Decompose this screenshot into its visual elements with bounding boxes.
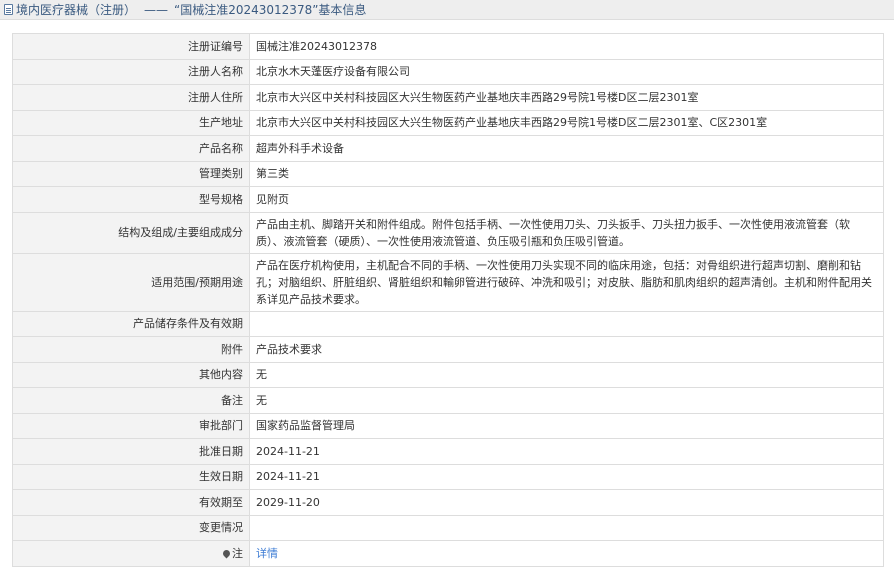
table-row-approval-department: 审批部门 国家药品监督管理局 bbox=[12, 412, 884, 439]
table-row-management-category: 管理类别 第三类 bbox=[12, 160, 884, 187]
row-label: 产品储存条件及有效期 bbox=[12, 310, 250, 337]
row-value bbox=[249, 514, 884, 541]
pin-icon bbox=[221, 548, 232, 559]
row-value: 无 bbox=[249, 387, 884, 414]
table-row-note: 注 详情 bbox=[12, 540, 884, 567]
note-label: 注 bbox=[232, 546, 243, 560]
row-value: 2024-11-21 bbox=[249, 438, 884, 465]
header-separator: —— bbox=[144, 2, 169, 17]
table-row-registrant-address: 注册人住所 北京市大兴区中关村科技园区大兴生物医药产业基地庆丰西路29号院1号楼… bbox=[12, 84, 884, 111]
row-label: 产品名称 bbox=[12, 135, 250, 162]
table-row-valid-until: 有效期至 2029-11-20 bbox=[12, 489, 884, 516]
table-row-attachment: 附件 产品技术要求 bbox=[12, 336, 884, 363]
row-label: 适用范围/预期用途 bbox=[12, 252, 250, 312]
row-value: 北京水木天蓬医疗设备有限公司 bbox=[249, 58, 884, 85]
row-value: 产品在医疗机构使用，主机配合不同的手柄、一次性使用刀头实现不同的临床用途，包括：… bbox=[249, 252, 884, 312]
page-header: 境内医疗器械（注册） —— “国械注准20243012378”基本信息 bbox=[0, 0, 894, 20]
table-row-approval-date: 批准日期 2024-11-21 bbox=[12, 438, 884, 465]
row-label: 管理类别 bbox=[12, 160, 250, 187]
table-row-registrant-name: 注册人名称 北京水木天蓬医疗设备有限公司 bbox=[12, 58, 884, 85]
row-label: 注册人住所 bbox=[12, 84, 250, 111]
row-value: 详情 bbox=[249, 540, 884, 567]
device-info-table: 注册证编号 国械注准20243012378 注册人名称 北京水木天蓬医疗设备有限… bbox=[12, 33, 884, 567]
table-row-production-address: 生产地址 北京市大兴区中关村科技园区大兴生物医药产业基地庆丰西路29号院1号楼D… bbox=[12, 109, 884, 136]
row-value: 国械注准20243012378 bbox=[249, 33, 884, 60]
table-row-product-name: 产品名称 超声外科手术设备 bbox=[12, 135, 884, 162]
row-value: 产品技术要求 bbox=[249, 336, 884, 363]
table-row-registration-number: 注册证编号 国械注准20243012378 bbox=[12, 33, 884, 60]
table-row-storage-conditions: 产品储存条件及有效期 bbox=[12, 310, 884, 337]
row-label: 附件 bbox=[12, 336, 250, 363]
row-label: 注册人名称 bbox=[12, 58, 250, 85]
row-value: 北京市大兴区中关村科技园区大兴生物医药产业基地庆丰西路29号院1号楼D区二层23… bbox=[249, 109, 884, 136]
row-value: 2029-11-20 bbox=[249, 489, 884, 516]
document-icon bbox=[4, 4, 13, 15]
row-value: 产品由主机、脚踏开关和附件组成。附件包括手柄、一次性使用刀头、刀头扳手、刀头扭力… bbox=[249, 211, 884, 254]
row-label: 生效日期 bbox=[12, 463, 250, 490]
table-row-change-status: 变更情况 bbox=[12, 514, 884, 541]
table-row-effective-date: 生效日期 2024-11-21 bbox=[12, 463, 884, 490]
row-label: 结构及组成/主要组成成分 bbox=[12, 211, 250, 254]
row-value bbox=[249, 310, 884, 337]
row-label: 批准日期 bbox=[12, 438, 250, 465]
header-title-main: “国械注准20243012378”基本信息 bbox=[174, 3, 367, 17]
row-label: 变更情况 bbox=[12, 514, 250, 541]
table-row-structure-composition: 结构及组成/主要组成成分 产品由主机、脚踏开关和附件组成。附件包括手柄、一次性使… bbox=[12, 211, 884, 254]
row-value: 北京市大兴区中关村科技园区大兴生物医药产业基地庆丰西路29号院1号楼D区二层23… bbox=[249, 84, 884, 111]
row-label: 有效期至 bbox=[12, 489, 250, 516]
row-label: 生产地址 bbox=[12, 109, 250, 136]
row-label: 审批部门 bbox=[12, 412, 250, 439]
row-value: 超声外科手术设备 bbox=[249, 135, 884, 162]
table-row-other-content: 其他内容 无 bbox=[12, 361, 884, 388]
details-link[interactable]: 详情 bbox=[256, 547, 278, 560]
row-label: 备注 bbox=[12, 387, 250, 414]
table-row-intended-use: 适用范围/预期用途 产品在医疗机构使用，主机配合不同的手柄、一次性使用刀头实现不… bbox=[12, 252, 884, 312]
row-label: 型号规格 bbox=[12, 186, 250, 213]
row-value: 国家药品监督管理局 bbox=[249, 412, 884, 439]
row-value: 第三类 bbox=[249, 160, 884, 187]
row-value: 2024-11-21 bbox=[249, 463, 884, 490]
table-row-model-spec: 型号规格 见附页 bbox=[12, 186, 884, 213]
row-label: 注册证编号 bbox=[12, 33, 250, 60]
row-value: 见附页 bbox=[249, 186, 884, 213]
row-label: 其他内容 bbox=[12, 361, 250, 388]
header-title-prefix: 境内医疗器械（注册） bbox=[16, 3, 137, 17]
table-row-remarks: 备注 无 bbox=[12, 387, 884, 414]
row-value: 无 bbox=[249, 361, 884, 388]
row-label-note: 注 bbox=[12, 540, 250, 567]
